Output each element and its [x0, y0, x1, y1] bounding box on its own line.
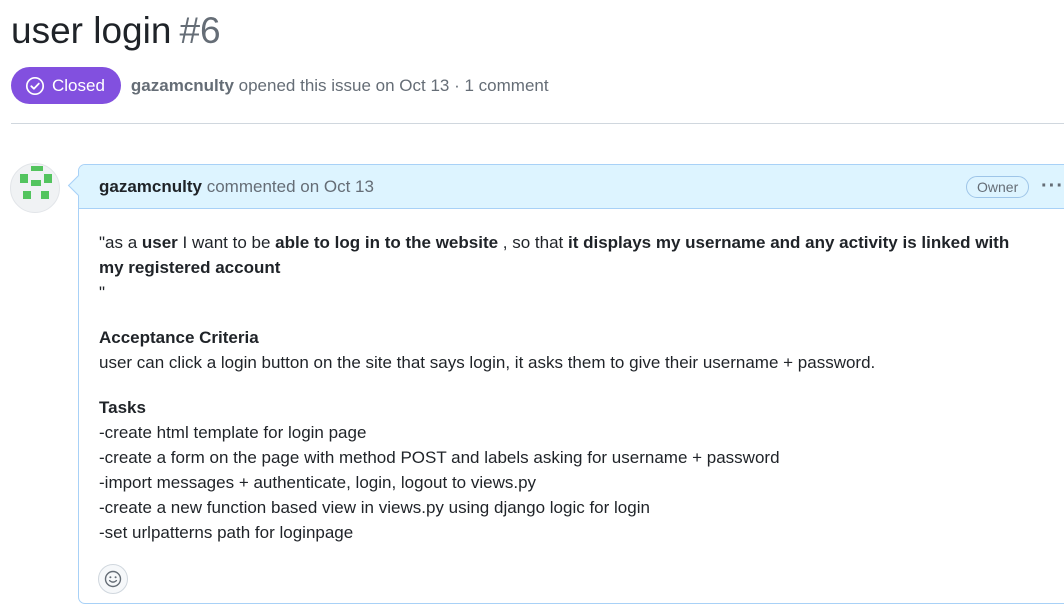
story-end-quote: "	[99, 283, 106, 302]
check-circle-icon	[25, 76, 45, 95]
kebab-horizontal-icon[interactable]: ···	[1041, 175, 1064, 198]
issue-title: user login	[11, 10, 172, 51]
tasks-heading: Tasks	[99, 398, 146, 417]
comment-header: gazamcnulty commented on Oct 13 Owner ··…	[67, 165, 1064, 209]
acceptance-heading: Acceptance Criteria	[99, 328, 259, 347]
comment-body: "as a user I want to be able to log in t…	[99, 230, 1019, 545]
issue-number: #6	[179, 10, 221, 51]
comment-meta[interactable]: commented on Oct 13	[207, 177, 374, 196]
user-story: "as a user I want to be able to log in t…	[99, 230, 1019, 280]
task-item: -create a form on the page with method P…	[99, 448, 780, 467]
state-badge: Closed	[11, 67, 121, 104]
story-text: "as a	[99, 233, 142, 252]
comment-box: gazamcnulty commented on Oct 13 Owner ··…	[67, 164, 1064, 604]
issue-meta: Closed gazamcnulty opened this issue on …	[11, 67, 549, 104]
smiley-icon	[104, 570, 122, 588]
add-reaction-button[interactable]	[98, 564, 128, 594]
task-item: -set urlpatterns path for loginpage	[99, 523, 354, 542]
issue-author-link[interactable]: gazamcnulty	[131, 76, 234, 95]
acceptance-text: user can click a login button on the sit…	[99, 353, 876, 372]
issue-title-row: user login #6	[11, 10, 221, 52]
task-item: -create a new function based view in vie…	[99, 498, 650, 517]
comment-caret	[67, 174, 90, 197]
comment-author-link[interactable]: gazamcnulty	[99, 177, 202, 196]
story-text: , so that	[498, 233, 568, 252]
story-bold: able to log in to the website	[275, 233, 499, 252]
comment-header-text: gazamcnulty commented on Oct 13	[99, 177, 374, 197]
owner-badge: Owner	[966, 176, 1030, 198]
header-divider	[11, 123, 1064, 124]
task-item: -create html template for login page	[99, 423, 367, 442]
story-text: I want to be	[177, 233, 276, 252]
issue-opened-text: gazamcnulty opened this issue on Oct 13 …	[131, 76, 549, 96]
story-bold: user	[141, 233, 178, 252]
opened-info: opened this issue on Oct 13 · 1 comment	[238, 75, 549, 95]
state-label: Closed	[52, 75, 105, 95]
task-item: -import messages + authenticate, login, …	[99, 473, 537, 492]
avatar[interactable]	[10, 163, 60, 213]
